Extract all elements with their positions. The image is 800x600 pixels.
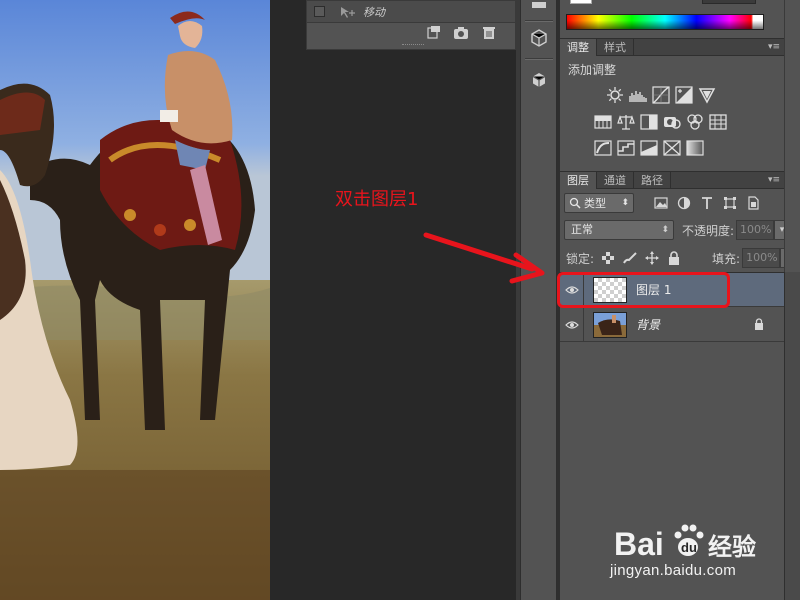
color-balance-icon[interactable] xyxy=(617,113,635,131)
layer-filter-bar: 类型 ⬍ xyxy=(560,191,784,215)
blend-opacity-row: 正常 不透明度: 100% ▾ xyxy=(560,218,800,242)
dock-3d-scene-icon[interactable] xyxy=(526,26,552,50)
document-canvas[interactable] xyxy=(0,0,270,600)
exposure-icon[interactable] xyxy=(675,86,693,104)
trash-icon[interactable] xyxy=(481,26,497,40)
lock-label: 锁定: xyxy=(566,251,595,266)
tab-paths[interactable]: 路径 xyxy=(634,172,671,189)
tab-layers[interactable]: 图层 xyxy=(560,172,597,189)
dock-3d-object-icon[interactable] xyxy=(526,68,552,92)
selective-color-icon[interactable] xyxy=(663,139,681,157)
new-document-from-state-icon[interactable] xyxy=(425,26,441,40)
lock-all-icon[interactable] xyxy=(666,250,682,266)
hue-saturation-icon[interactable] xyxy=(594,113,612,131)
panel-dock xyxy=(520,0,557,600)
color-spectrum-ramp[interactable] xyxy=(566,14,764,30)
tab-adjustments[interactable]: 调整 xyxy=(560,39,597,56)
camera-snapshot-icon[interactable] xyxy=(453,26,469,40)
curves-icon[interactable] xyxy=(652,86,670,104)
history-item[interactable]: 移动 xyxy=(307,1,515,23)
adjustments-title: 添加调整 xyxy=(568,63,617,77)
search-icon xyxy=(569,197,581,209)
layer-row[interactable]: 背景 xyxy=(560,308,784,342)
watermark-url: jingyan.baidu.com xyxy=(610,562,737,579)
fill-field[interactable]: 100% xyxy=(742,248,781,268)
tutorial-annotation: 双击图层1 xyxy=(335,189,419,210)
threshold-icon[interactable] xyxy=(640,139,658,157)
smart-object-filter-icon[interactable] xyxy=(744,195,762,211)
vibrance-icon[interactable] xyxy=(698,86,716,104)
adjustments-row-1 xyxy=(606,86,716,104)
layers-tab-bar: 图层 通道 路径 ▾≡ xyxy=(560,171,784,189)
gradient-map-icon[interactable] xyxy=(686,139,704,157)
history-toolbar xyxy=(307,23,515,43)
watermark-brand: Bai xyxy=(614,526,664,562)
opacity-field[interactable]: 100% xyxy=(736,220,775,240)
adjustments-tab-bar: 调整 样式 ▾≡ xyxy=(560,38,784,56)
blend-mode-select[interactable]: 正常 xyxy=(564,220,674,240)
layer-locked-icon xyxy=(755,318,763,330)
lock-image-pixels-icon[interactable] xyxy=(622,250,638,266)
tab-channels[interactable]: 通道 xyxy=(597,172,634,189)
opacity-label: 不透明度: xyxy=(682,223,735,238)
tutorial-highlight-box xyxy=(557,272,730,308)
chevron-updown-icon: ⬍ xyxy=(621,198,629,208)
panel-menu-icon[interactable]: ▾≡ xyxy=(764,39,784,55)
foreground-color-swatch[interactable] xyxy=(570,0,592,4)
panel-scrollbar[interactable] xyxy=(784,0,800,272)
adjustments-row-2 xyxy=(594,113,727,131)
visibility-eye-icon[interactable] xyxy=(560,308,584,341)
pixel-layer-filter-icon[interactable] xyxy=(652,195,670,211)
panel-resize-grip[interactable] xyxy=(402,44,424,47)
panel-menu-icon[interactable]: ▾≡ xyxy=(764,172,784,188)
layer-kind-filter-select[interactable]: 类型 ⬍ xyxy=(564,193,634,213)
adjustment-layer-filter-icon[interactable] xyxy=(675,195,693,211)
color-lookup-icon[interactable] xyxy=(709,113,727,131)
layer-name[interactable]: 背景 xyxy=(636,316,660,333)
shape-layer-filter-icon[interactable] xyxy=(721,195,739,211)
move-tool-icon xyxy=(341,6,355,18)
svg-text:du: du xyxy=(681,540,697,555)
workspace-background xyxy=(270,0,516,600)
layer-kind-filter-label: 类型 xyxy=(584,197,606,210)
layer-thumbnail-image xyxy=(593,311,627,338)
posterize-icon[interactable] xyxy=(617,139,635,157)
type-layer-filter-icon[interactable] xyxy=(698,195,716,211)
adjustments-row-3 xyxy=(594,139,704,157)
lock-fill-row: 锁定: 填充: 100% ▾ xyxy=(560,246,800,270)
brightness-contrast-icon[interactable] xyxy=(606,86,624,104)
history-snapshot-checkbox[interactable] xyxy=(314,6,325,17)
lock-transparent-pixels-icon[interactable] xyxy=(600,250,616,266)
history-panel: 移动 xyxy=(306,0,516,50)
lock-position-icon[interactable] xyxy=(644,250,660,266)
tutorial-arrow-icon xyxy=(423,232,545,284)
history-item-label: 移动 xyxy=(363,5,385,19)
color-value-field[interactable] xyxy=(702,0,756,4)
black-white-icon[interactable] xyxy=(640,113,658,131)
watermark-brand-tail: 经验 xyxy=(708,533,756,561)
levels-icon[interactable] xyxy=(629,86,647,104)
invert-icon[interactable] xyxy=(594,139,612,157)
photo-filter-icon[interactable] xyxy=(663,113,681,131)
fill-label: 填充: xyxy=(712,251,741,266)
tab-styles[interactable]: 样式 xyxy=(597,39,634,56)
color-panel xyxy=(560,0,784,36)
channel-mixer-icon[interactable] xyxy=(686,113,704,131)
dock-history-icon[interactable] xyxy=(526,0,552,14)
